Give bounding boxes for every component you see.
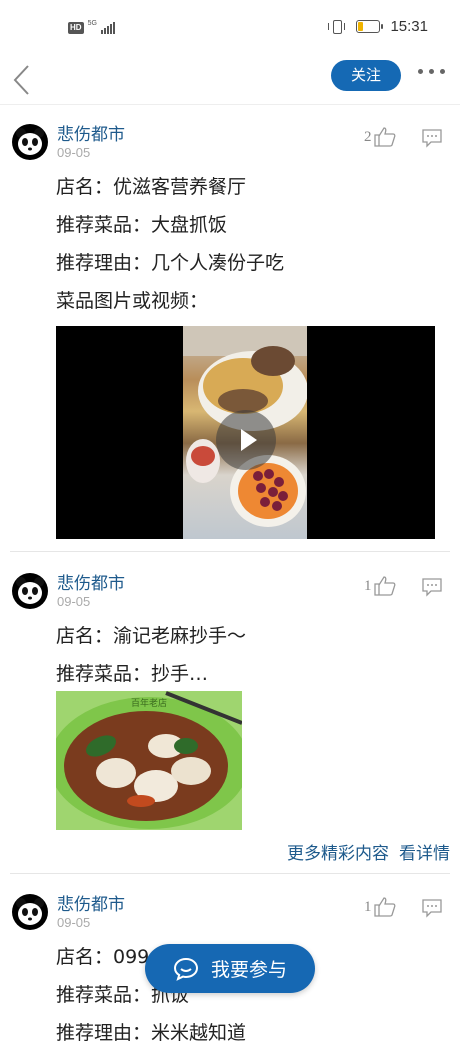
comment-icon	[422, 899, 442, 918]
shop-name: 店名：优滋客营养餐厅	[56, 176, 247, 198]
recommended-dish: 推荐菜品：大盘抓饭	[56, 214, 228, 236]
comment-icon	[422, 129, 442, 148]
network-type: 5G	[87, 20, 97, 27]
divider	[10, 551, 450, 552]
chat-bubble-icon	[173, 957, 198, 981]
username[interactable]: 悲伤都市	[57, 569, 125, 594]
avatar[interactable]	[12, 894, 48, 930]
panda-avatar-icon	[16, 898, 44, 925]
like-button[interactable]: 2	[364, 127, 396, 147]
recommend-reason: 推荐理由：米米越知道	[56, 1022, 247, 1044]
post-date: 09-05	[57, 915, 91, 930]
shop-name: 店名：099	[56, 946, 150, 968]
back-button[interactable]	[10, 64, 34, 96]
username[interactable]: 悲伤都市	[57, 120, 125, 145]
system-indicators: 15:31	[328, 18, 428, 35]
shop-name: 店名：渝记老麻抄手～	[56, 625, 247, 647]
thumbs-up-icon	[373, 127, 395, 147]
like-count: 2	[364, 128, 372, 145]
follow-button[interactable]: 关注	[331, 60, 401, 91]
comment-icon	[422, 578, 442, 597]
more-content-link[interactable]: 更多精彩内容	[287, 839, 389, 864]
recommended-dish: 推荐菜品：抄手…	[56, 663, 209, 685]
hd-badge: HD	[68, 21, 84, 34]
thumbs-up-icon	[373, 897, 395, 917]
post-date: 09-05	[57, 145, 91, 160]
media-label: 菜品图片或视频：	[56, 290, 209, 312]
battery-level	[358, 22, 363, 31]
thumbs-up-icon	[373, 576, 395, 596]
avatar[interactable]	[12, 124, 48, 160]
panda-avatar-icon	[16, 128, 44, 155]
comment-button[interactable]	[421, 577, 443, 601]
video-player[interactable]	[56, 326, 435, 539]
dish-photo[interactable]: 百年老店	[56, 691, 242, 830]
panda-avatar-icon	[16, 577, 44, 604]
clock: 15:31	[390, 18, 428, 35]
network-indicators: HD 5G	[68, 20, 115, 34]
post-date: 09-05	[57, 594, 91, 609]
like-count: 1	[364, 898, 372, 915]
nav-bar: 关注	[0, 56, 460, 105]
username[interactable]: 悲伤都市	[57, 890, 125, 915]
status-bar: HD 5G 15:31	[0, 0, 460, 56]
recommend-reason: 推荐理由：几个人凑份子吃	[56, 252, 285, 274]
details-link[interactable]: 看详情	[399, 839, 450, 864]
like-button[interactable]: 1	[364, 897, 396, 917]
comment-button[interactable]	[421, 128, 443, 152]
like-count: 1	[364, 577, 372, 594]
play-icon[interactable]	[216, 410, 276, 470]
signal-icon	[100, 21, 115, 34]
more-dots-icon[interactable]	[418, 69, 445, 74]
divider	[10, 873, 450, 874]
avatar[interactable]	[12, 573, 48, 609]
chevron-left-icon	[13, 65, 29, 95]
vibrate-icon	[328, 19, 346, 34]
join-button[interactable]: 我要参与	[145, 944, 315, 993]
join-button-label: 我要参与	[210, 959, 287, 981]
dumpling-bowl-image: 百年老店	[56, 691, 242, 830]
battery-icon	[356, 20, 384, 33]
more-links: 更多精彩内容 看详情	[287, 839, 450, 864]
like-button[interactable]: 1	[364, 576, 396, 596]
comment-button[interactable]	[421, 898, 443, 922]
bowl-brand-mark: 百年老店	[131, 697, 167, 709]
